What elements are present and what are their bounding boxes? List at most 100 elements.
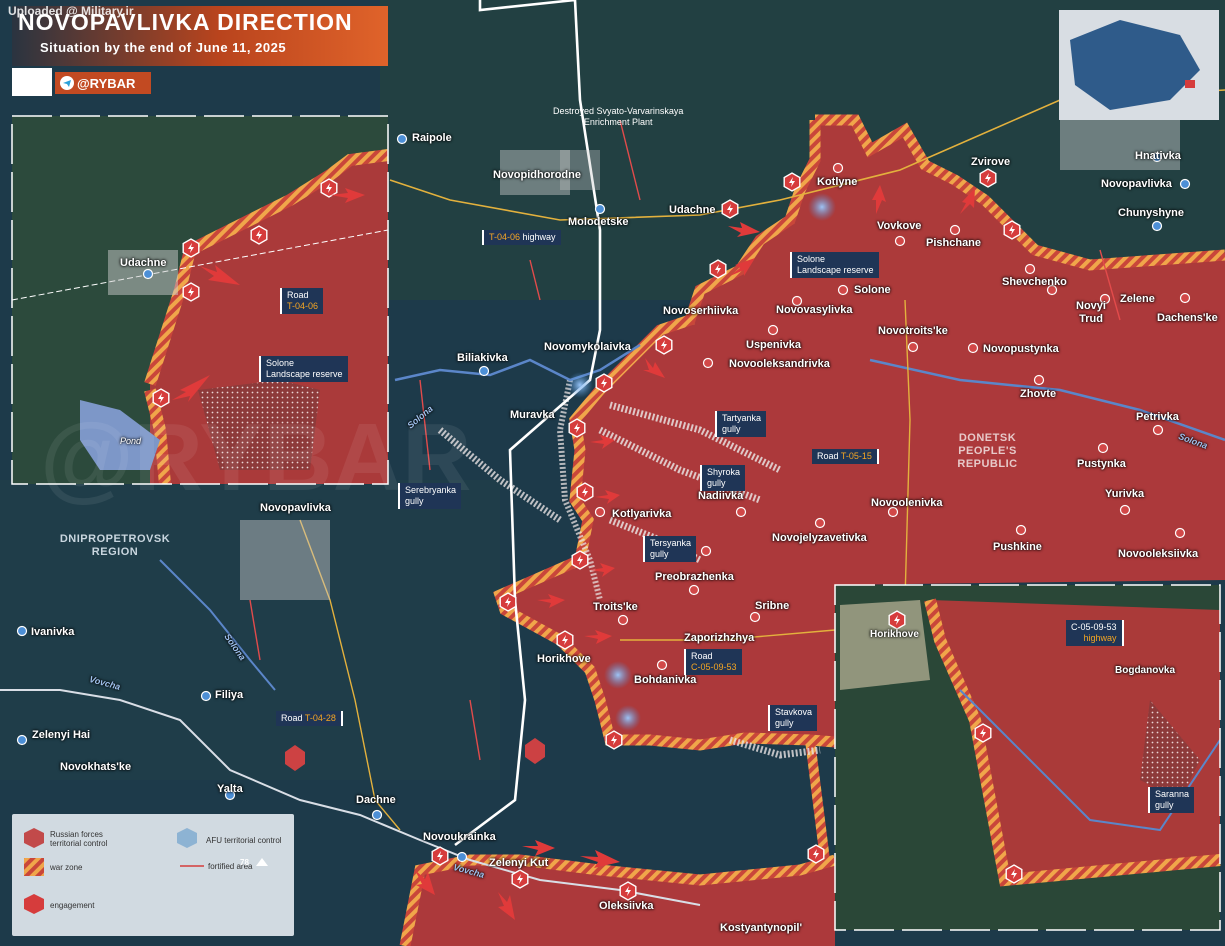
inset-right-horikhove: Horikhove xyxy=(870,629,919,640)
callout-line: gully xyxy=(707,478,726,488)
callout-line: Landscape reserve xyxy=(266,369,343,379)
settlement-bohdanivka: Bohdanivka xyxy=(634,674,697,686)
callout-road-code: highway xyxy=(1083,633,1117,643)
legend-line: Russian forces xyxy=(50,830,103,839)
settlement-solone: Solone xyxy=(854,284,891,296)
inset-left-udachne: Udachne xyxy=(120,257,167,269)
russian-settlement-marker xyxy=(1119,504,1131,516)
afu-settlement-marker xyxy=(1151,220,1163,232)
callout-line: gully xyxy=(722,424,741,434)
legend: Russian forces territorial control AFU te… xyxy=(12,814,294,936)
callout-line: Stavkova xyxy=(775,707,813,717)
legend-height-value: 78 xyxy=(240,858,249,867)
inset-right-saranna: Saranna gully xyxy=(1148,787,1195,813)
afu-settlement-marker xyxy=(16,625,28,637)
settlement-zelene: Zelene xyxy=(1120,293,1155,305)
settlement-pushkine: Pushkine xyxy=(993,541,1042,553)
settlement-oleksiivka: Oleksiivka xyxy=(599,900,654,912)
russian-settlement-marker xyxy=(832,162,844,174)
settlement-molodetske: Molodetske xyxy=(568,216,629,228)
afu-settlement-marker xyxy=(200,690,212,702)
russian-settlement-marker xyxy=(700,545,712,557)
callout-road-t0428: Road T-04-28 xyxy=(276,711,343,726)
callout-shyroka: Shyroka gully xyxy=(700,465,746,491)
callout-line: Shyroka xyxy=(707,467,741,477)
settlement-kotlyne: Kotlyne xyxy=(817,176,858,188)
callout-road-code: T-04-06 xyxy=(287,301,319,311)
settlement-preobrazhenka: Preobrazhenka xyxy=(655,571,734,583)
settlement-nadiivka: Nadiivka xyxy=(698,490,744,502)
settlement-kotlyarivka: Kotlyarivka xyxy=(612,508,672,520)
afu-settlement-marker xyxy=(1179,178,1191,190)
afu-settlement-marker xyxy=(594,203,606,215)
callout-tersyanka: Tersyanka gully xyxy=(643,536,697,562)
russian-settlement-marker xyxy=(767,324,779,336)
settlement-hnativka: Hnativka xyxy=(1135,150,1181,162)
inset-left-pond: Pond xyxy=(120,436,142,446)
settlement-novovasylivka: Novovasylivka xyxy=(776,304,853,316)
inset-left-road: Road T-04-06 xyxy=(280,288,324,314)
callout-line: Serebryanka xyxy=(405,485,457,495)
callout-line: Tartyanka xyxy=(722,413,762,423)
callout-line: gully xyxy=(650,549,669,559)
settlement-udachne: Udachne xyxy=(669,204,716,216)
settlement-novopavlivka: Novopavlivka xyxy=(260,502,331,514)
settlement-yurivka: Yurivka xyxy=(1105,488,1145,500)
russian-settlement-marker xyxy=(594,506,606,518)
russian-settlement-marker xyxy=(1179,292,1191,304)
settlement-vovkove: Vovkove xyxy=(877,220,922,232)
settlement-zelenyi-kut: Zelenyi Kut xyxy=(489,857,549,869)
callout-road-code: T-05-15 xyxy=(840,451,872,461)
settlement-zelenyi-hai: Zelenyi Hai xyxy=(32,729,91,741)
afu-settlement-marker xyxy=(396,133,408,145)
callout-line: C-05-09-53 xyxy=(1071,622,1117,632)
russian-settlement-marker xyxy=(749,611,761,623)
settlement-novopavlivka-ne: Novopavlivka xyxy=(1101,178,1172,190)
callout-line: gully xyxy=(1155,800,1174,810)
settlement-novoolenivka: Novoolenivka xyxy=(871,497,943,509)
settlement-zvirove: Zvirove xyxy=(971,156,1011,168)
settlement-chunyshyne: Chunyshyne xyxy=(1118,207,1185,219)
russian-settlement-marker xyxy=(814,517,826,529)
settlement-zhovte: Zhovte xyxy=(1020,388,1057,400)
russian-settlement-marker xyxy=(617,614,629,626)
callout-line: gully xyxy=(405,496,424,506)
brand-badge[interactable]: @RYBAR xyxy=(55,72,151,94)
callout-line: Road xyxy=(281,713,305,723)
settlement-novoukrainka: Novoukrainka xyxy=(423,831,496,843)
settlement-novopidhorodne: Novopidhorodne xyxy=(493,169,581,181)
callout-line: Enrichment Plant xyxy=(583,117,653,127)
callout-line: Road xyxy=(817,451,841,461)
legend-afu: AFU territorial control xyxy=(206,836,282,845)
page-subtitle: Situation by the end of June 11, 2025 xyxy=(40,40,287,55)
russian-settlement-marker xyxy=(1033,374,1045,386)
settlement-novomykolaivka: Novomykolaivka xyxy=(544,341,631,353)
settlement-horikhove: Horikhove xyxy=(537,653,591,665)
legend-war-zone: war zone xyxy=(50,863,83,872)
russian-settlement-marker xyxy=(949,224,961,236)
settlement-kostyantynopil: Kostyantynopil' xyxy=(720,922,803,934)
inset-right-highway: C-05-09-53 highway xyxy=(1066,620,1124,646)
russian-settlement-marker xyxy=(656,659,668,671)
settlement-biliakivka: Biliakivka xyxy=(457,352,508,364)
legend-russian: Russian forces territorial control xyxy=(50,830,107,848)
qr-code-icon xyxy=(12,68,52,96)
inset-left-reserve: Solone Landscape reserve xyxy=(259,356,348,382)
settlement-muravka: Muravka xyxy=(510,409,555,421)
settlement-dachne: Dachne xyxy=(356,794,396,806)
callout-line: gully xyxy=(775,718,794,728)
afu-settlement-marker xyxy=(371,809,383,821)
russian-settlement-marker xyxy=(688,584,700,596)
russian-settlement-marker xyxy=(1097,442,1109,454)
callout-solone-reserve: Solone Landscape reserve xyxy=(790,252,879,278)
telegram-icon xyxy=(60,76,74,90)
russian-settlement-marker xyxy=(907,341,919,353)
callout-enrichment-plant: Destroyed Svyato-Varvarinskaya Enrichment… xyxy=(548,104,688,130)
russian-settlement-marker xyxy=(1015,524,1027,536)
afu-settlement-marker xyxy=(478,365,490,377)
settlement-pustynka: Pustynka xyxy=(1077,458,1126,470)
brand-label: @RYBAR xyxy=(77,76,136,91)
settlement-filiya: Filiya xyxy=(215,689,244,701)
settlement-novooleksiivka: Novooleksiivka xyxy=(1118,548,1199,560)
region-donetsk: DONETSK PEOPLE'S REPUBLIC xyxy=(957,432,1018,470)
